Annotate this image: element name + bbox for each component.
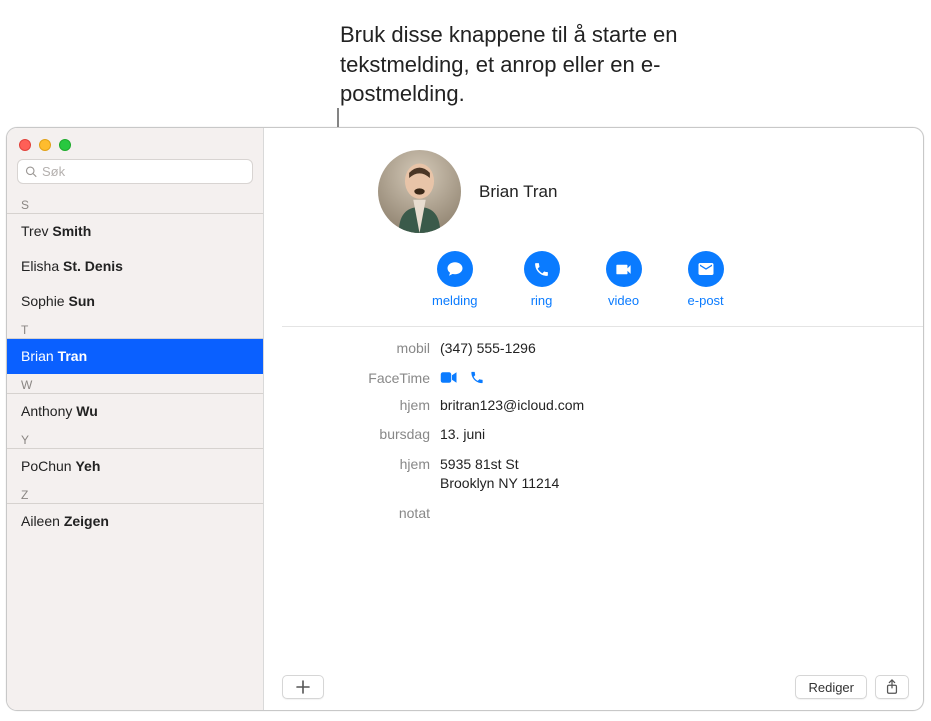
call-button[interactable]: ring	[524, 251, 560, 308]
share-icon	[885, 679, 899, 695]
field-mobile: mobil (347) 555-1296	[264, 334, 923, 364]
field-value-email[interactable]: britran123@icloud.com	[440, 396, 584, 416]
contacts-window: S Trev Smith Elisha St. Denis Sophie Sun…	[6, 127, 924, 711]
search-container	[7, 159, 263, 192]
video-button[interactable]: video	[606, 251, 642, 308]
section-header-w: W	[7, 374, 263, 394]
maximize-window-button[interactable]	[59, 139, 71, 151]
section-header-y: Y	[7, 429, 263, 449]
search-field[interactable]	[17, 159, 253, 184]
first-name: Brian	[21, 348, 54, 364]
field-value-birthday: 13. juni	[440, 425, 485, 445]
contact-row[interactable]: Elisha St. Denis	[7, 249, 263, 284]
right-buttons: Rediger	[795, 675, 909, 699]
share-button[interactable]	[875, 675, 909, 699]
contact-header: Brian Tran	[264, 128, 923, 245]
sidebar: S Trev Smith Elisha St. Denis Sophie Sun…	[7, 128, 264, 710]
contact-list: S Trev Smith Elisha St. Denis Sophie Sun…	[7, 192, 263, 710]
field-note: notat	[264, 499, 923, 526]
facetime-audio-icon[interactable]	[468, 370, 486, 385]
facetime-video-icon[interactable]	[440, 370, 458, 385]
plus-icon	[296, 680, 310, 694]
contact-row-selected[interactable]: Brian Tran	[7, 339, 263, 374]
minimize-window-button[interactable]	[39, 139, 51, 151]
last-name: Yeh	[75, 458, 100, 474]
field-home-address: hjem 5935 81st St Brooklyn NY 11214	[264, 450, 923, 499]
first-name: PoChun	[21, 458, 72, 474]
contact-row[interactable]: Aileen Zeigen	[7, 504, 263, 539]
search-icon	[25, 165, 37, 178]
field-label: bursdag	[264, 425, 440, 442]
field-label: notat	[264, 504, 440, 521]
phone-icon	[524, 251, 560, 287]
section-header-z: Z	[7, 484, 263, 504]
edit-button[interactable]: Rediger	[795, 675, 867, 699]
last-name: Zeigen	[64, 513, 109, 529]
field-label: FaceTime	[264, 369, 440, 386]
contact-detail: Brian Tran melding ring video	[264, 128, 923, 710]
email-icon	[688, 251, 724, 287]
first-name: Elisha	[21, 258, 59, 274]
message-button[interactable]: melding	[432, 251, 478, 308]
video-label: video	[608, 293, 639, 308]
first-name: Anthony	[21, 403, 72, 419]
annotation-text: Bruk disse knappene til å starte en teks…	[340, 20, 710, 109]
field-facetime: FaceTime	[264, 364, 923, 391]
message-label: melding	[432, 293, 478, 308]
contact-row[interactable]: PoChun Yeh	[7, 449, 263, 484]
last-name: Tran	[58, 348, 88, 364]
contact-row[interactable]: Trev Smith	[7, 214, 263, 249]
first-name: Trev	[21, 223, 48, 239]
call-label: ring	[531, 293, 553, 308]
contact-fields: mobil (347) 555-1296 FaceTime hjem britr…	[264, 334, 923, 526]
address-line2: Brooklyn NY 11214	[440, 474, 559, 494]
last-name: Sun	[68, 293, 94, 309]
add-button[interactable]	[282, 675, 324, 699]
last-name: St. Denis	[63, 258, 123, 274]
video-icon	[606, 251, 642, 287]
last-name: Smith	[52, 223, 91, 239]
first-name: Sophie	[21, 293, 65, 309]
bottom-toolbar: Rediger	[264, 664, 923, 710]
contact-row[interactable]: Anthony Wu	[7, 394, 263, 429]
email-label: e-post	[688, 293, 724, 308]
field-label: hjem	[264, 455, 440, 472]
close-window-button[interactable]	[19, 139, 31, 151]
email-button[interactable]: e-post	[688, 251, 724, 308]
section-header-t: T	[7, 319, 263, 339]
field-value-address[interactable]: 5935 81st St Brooklyn NY 11214	[440, 455, 559, 494]
divider	[282, 326, 923, 327]
first-name: Aileen	[21, 513, 60, 529]
field-value-phone[interactable]: (347) 555-1296	[440, 339, 536, 359]
action-buttons-row: melding ring video e-post	[264, 251, 923, 308]
message-icon	[437, 251, 473, 287]
last-name: Wu	[76, 403, 98, 419]
field-label: mobil	[264, 339, 440, 356]
contact-name: Brian Tran	[479, 182, 557, 202]
address-line1: 5935 81st St	[440, 455, 559, 475]
search-input[interactable]	[42, 164, 245, 179]
field-home-email: hjem britran123@icloud.com	[264, 391, 923, 421]
field-label: hjem	[264, 396, 440, 413]
section-header-s: S	[7, 194, 263, 214]
facetime-icons	[440, 369, 486, 385]
window-controls	[7, 128, 263, 159]
contact-row[interactable]: Sophie Sun	[7, 284, 263, 319]
field-birthday: bursdag 13. juni	[264, 420, 923, 450]
avatar[interactable]	[378, 150, 461, 233]
